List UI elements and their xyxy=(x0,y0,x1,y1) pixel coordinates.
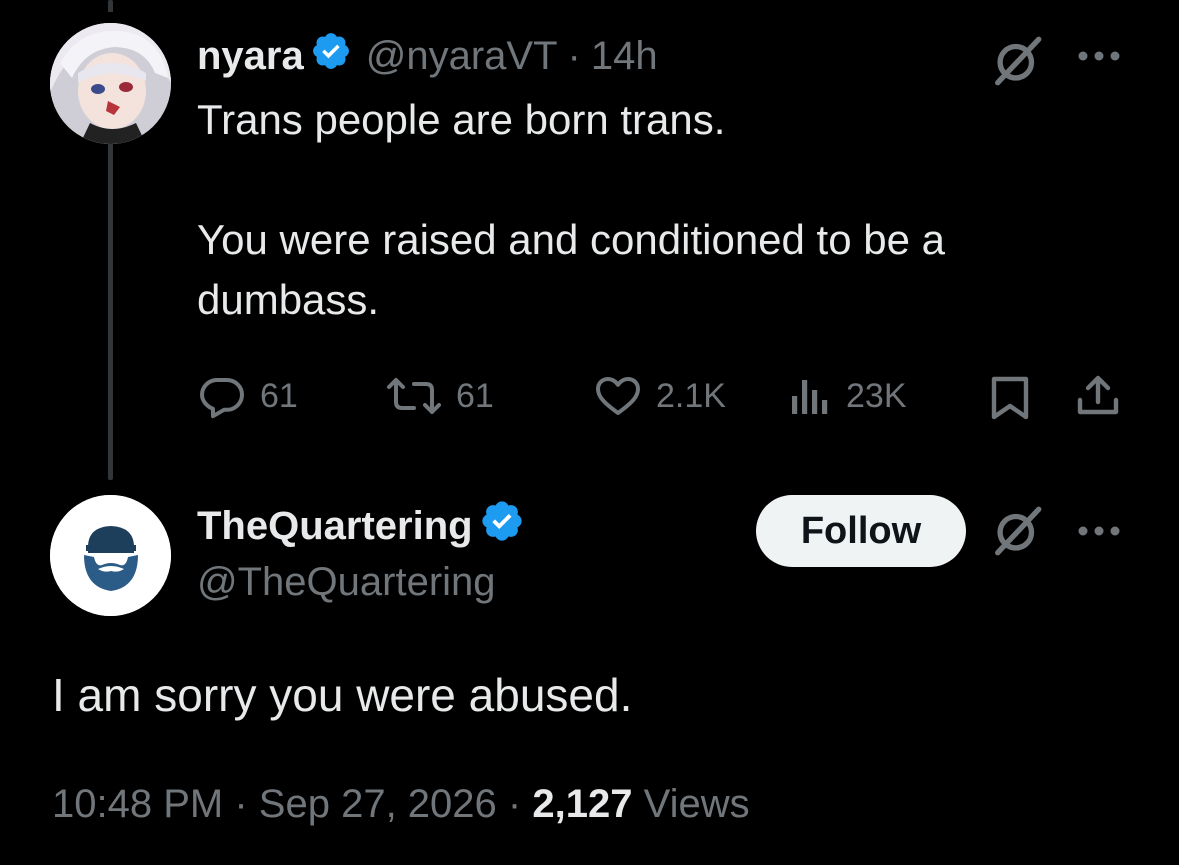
more-icon[interactable] xyxy=(1075,45,1123,72)
separator-dot: · xyxy=(567,33,581,78)
tweet-time[interactable]: 10:48 PM xyxy=(52,782,223,826)
views-count: 23K xyxy=(846,376,907,415)
beard-logo-icon xyxy=(50,495,171,616)
reply-count: 61 xyxy=(260,376,298,415)
share-icon[interactable] xyxy=(1074,372,1122,425)
views-button[interactable]: 23K xyxy=(788,372,907,420)
parent-tweet-header: nyara @nyaraVT · 14h xyxy=(197,30,658,82)
views-count: 2,127 xyxy=(532,782,633,826)
author-handle[interactable]: @nyaraVT xyxy=(366,34,558,79)
like-icon xyxy=(596,377,640,415)
tweet-metadata: 10:48 PM · Sep 27, 2026 · 2,127 Views xyxy=(52,782,750,827)
reply-icon xyxy=(200,378,244,419)
author-name[interactable]: nyara xyxy=(197,34,304,79)
reply-button[interactable]: 61 xyxy=(198,372,298,420)
more-icon[interactable] xyxy=(1075,520,1123,547)
grok-icon[interactable] xyxy=(988,502,1046,565)
follow-button[interactable]: Follow xyxy=(756,495,966,567)
verified-badge-icon[interactable] xyxy=(310,30,352,82)
views-label: Views xyxy=(643,782,750,826)
avatar-illustration xyxy=(50,23,171,144)
bookmark-icon[interactable] xyxy=(988,374,1032,427)
views-icon xyxy=(792,380,828,414)
tweet-text-line: You were raised and conditioned to be a xyxy=(197,216,946,263)
author-handle[interactable]: @TheQuartering xyxy=(197,560,496,605)
main-tweet-text: I am sorry you were abused. xyxy=(52,669,633,721)
like-count: 2.1K xyxy=(656,376,726,415)
author-name[interactable]: TheQuartering xyxy=(197,504,473,549)
repost-icon xyxy=(387,378,441,414)
repost-count: 61 xyxy=(456,376,494,415)
repost-button[interactable]: 61 xyxy=(386,372,494,420)
avatar-nyara[interactable] xyxy=(50,23,171,144)
main-tweet-header: TheQuartering xyxy=(197,500,525,552)
avatar-thequartering[interactable] xyxy=(50,495,171,616)
grok-icon[interactable] xyxy=(988,32,1046,95)
tweet-time[interactable]: 14h xyxy=(591,34,658,79)
verified-badge-icon[interactable] xyxy=(479,498,525,554)
separator-dot: · xyxy=(507,782,522,826)
tweet-text-line: dumbass. xyxy=(197,276,380,323)
tweet-date[interactable]: Sep 27, 2026 xyxy=(259,782,497,826)
separator-dot: · xyxy=(234,782,248,826)
like-button[interactable]: 2.1K xyxy=(594,372,726,420)
tweet-text-line: Trans people are born trans. xyxy=(197,96,726,143)
